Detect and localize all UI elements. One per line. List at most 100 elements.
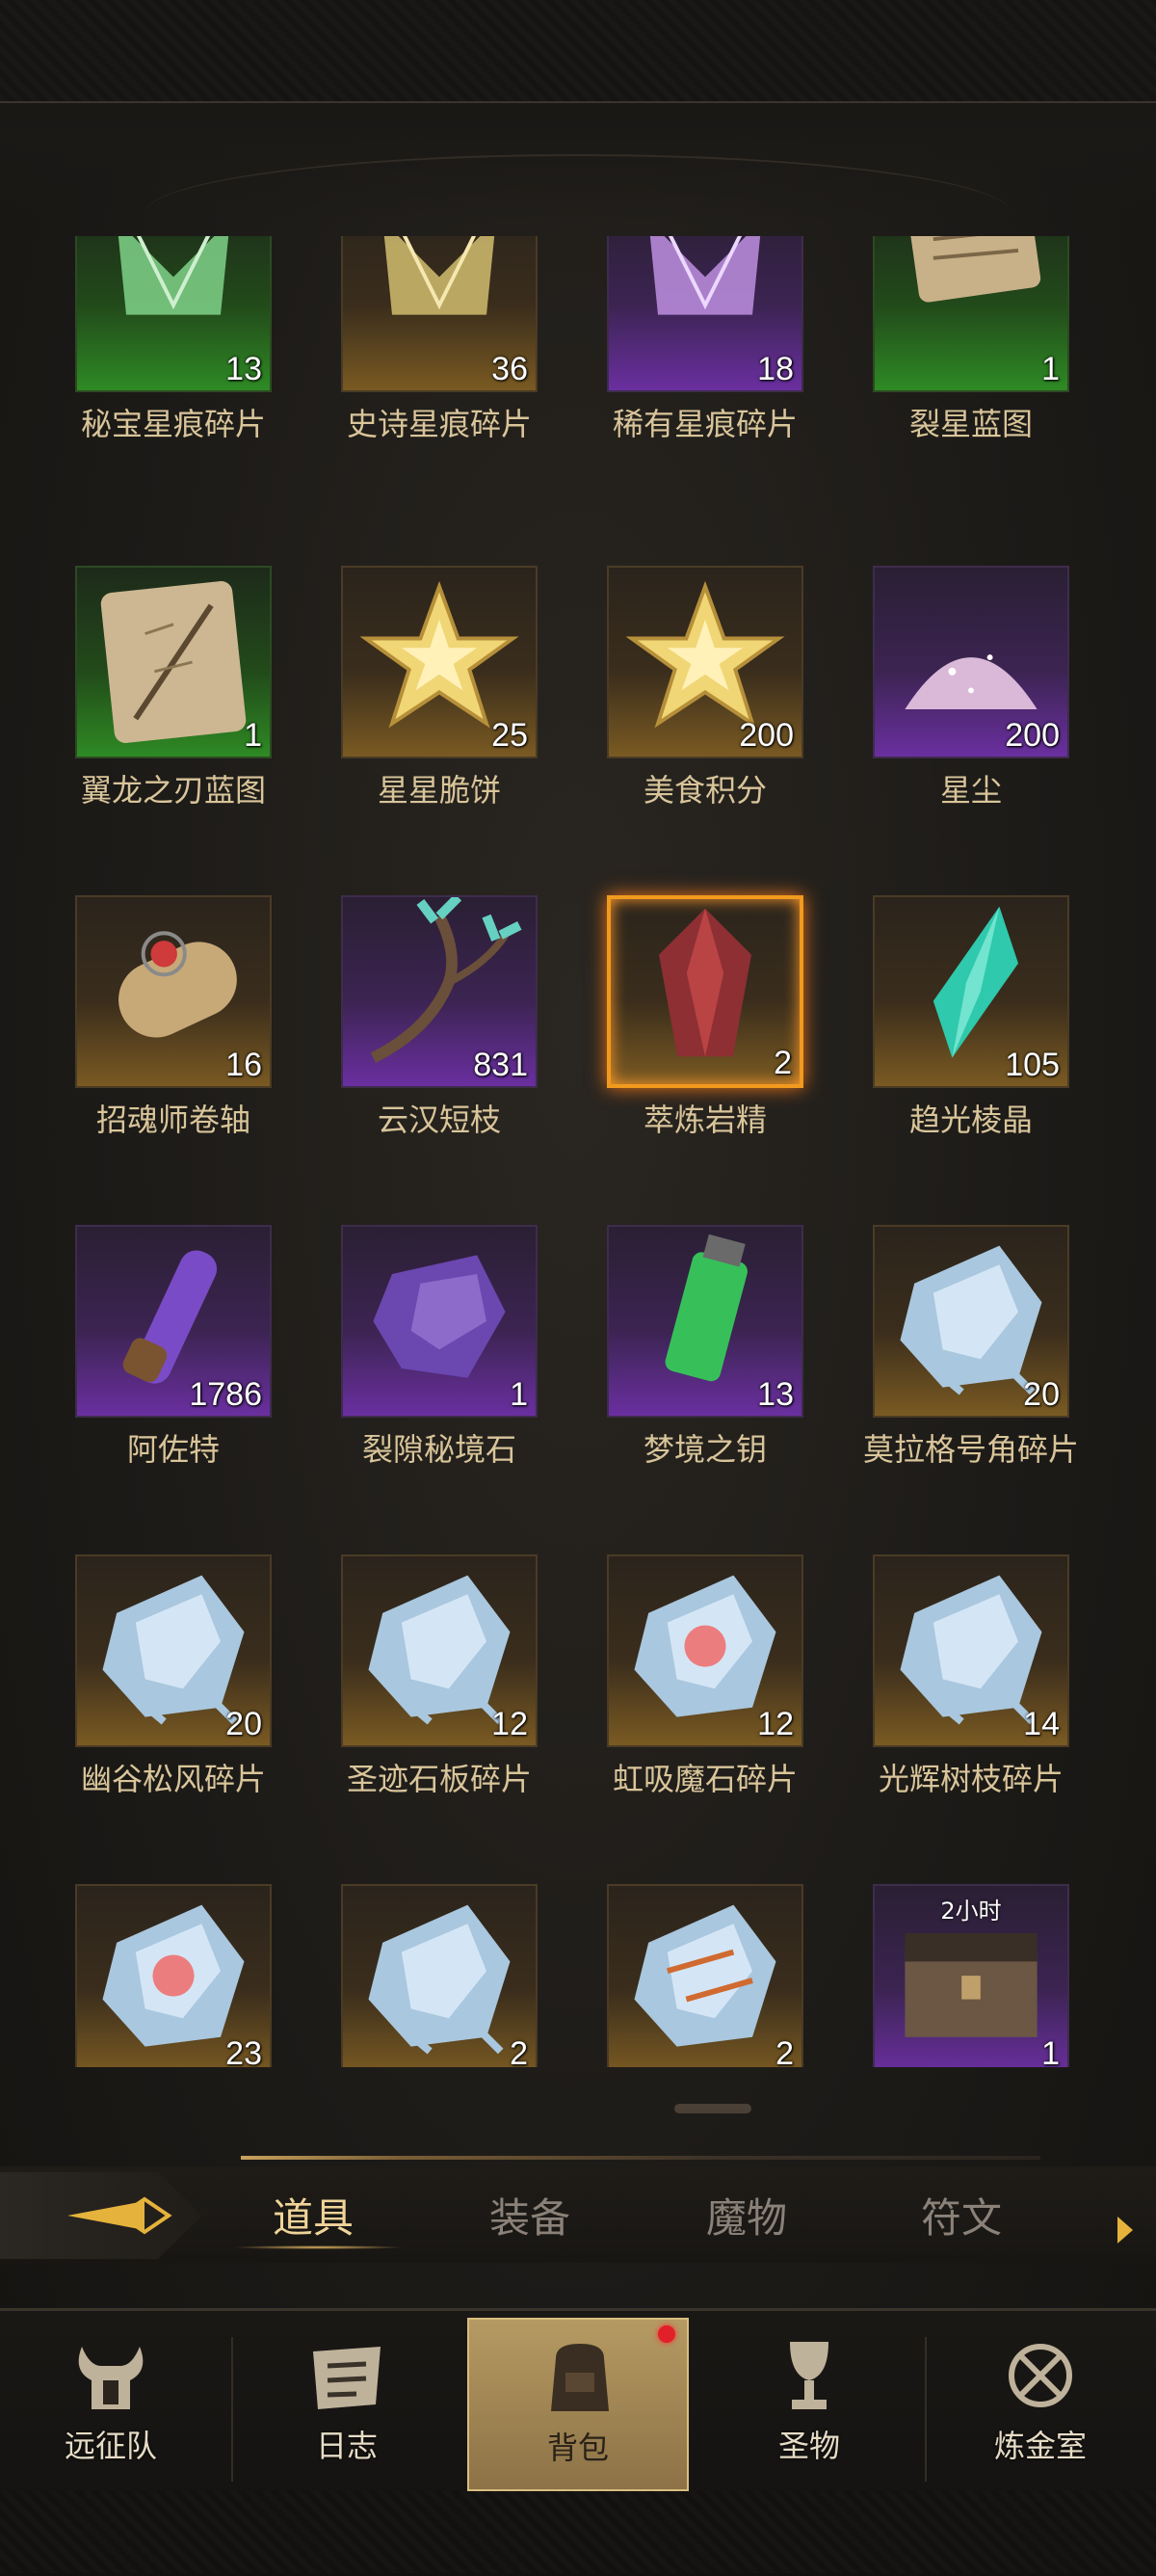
item-count: 12 bbox=[491, 1706, 528, 1742]
item-slot[interactable]: 200 bbox=[607, 566, 803, 758]
inventory-item[interactable]: 16 招魂师卷轴 bbox=[0, 895, 272, 1155]
inventory-item[interactable]: 12 虹吸魔石碎片 bbox=[532, 1554, 803, 1815]
inventory-item[interactable]: 13 梦境之钥 bbox=[532, 1225, 803, 1485]
item-count: 1 bbox=[1041, 351, 1060, 387]
item-slot[interactable]: 13 bbox=[75, 236, 272, 392]
item-slot[interactable]: 1 bbox=[75, 566, 272, 758]
nav-relics[interactable]: 圣物 bbox=[698, 2318, 920, 2491]
item-count: 16 bbox=[225, 1047, 262, 1083]
tab-monsters[interactable]: 魔物 bbox=[650, 2186, 843, 2244]
inventory-item[interactable]: 25 星星脆饼 bbox=[266, 566, 538, 826]
inventory-item[interactable]: 1 翼龙之刃蓝图 bbox=[0, 566, 272, 826]
item-slot[interactable]: 831 bbox=[341, 895, 538, 1088]
inventory-item[interactable]: 18 稀有星痕碎片 bbox=[532, 236, 803, 460]
item-count: 18 bbox=[757, 351, 794, 387]
item-count: 23 bbox=[225, 2035, 262, 2067]
tab-equipment[interactable]: 装备 bbox=[434, 2186, 626, 2244]
inventory-item[interactable]: 20 莫拉格号角碎片 bbox=[798, 1225, 1079, 1485]
item-slot[interactable]: 18 bbox=[607, 236, 803, 392]
backpack-icon bbox=[551, 2344, 609, 2411]
item-count: 200 bbox=[739, 717, 794, 754]
item-name: 裂隙秘境石 bbox=[361, 1431, 516, 1468]
tab-items[interactable]: 道具 bbox=[217, 2186, 409, 2244]
nav-journal[interactable]: 日志 bbox=[236, 2318, 458, 2491]
item-slot[interactable]: 2 bbox=[341, 1884, 538, 2067]
inventory-item[interactable]: 200 美食积分 bbox=[532, 566, 803, 826]
item-name: 裂星蓝图 bbox=[908, 406, 1033, 442]
item-name: 星尘 bbox=[939, 772, 1002, 809]
item-count: 2 bbox=[510, 2035, 528, 2067]
ice-fragment-icon bbox=[368, 1904, 511, 2055]
item-count: 1 bbox=[1041, 2035, 1060, 2067]
item-slot[interactable]: 105 bbox=[873, 895, 1069, 1088]
scroll-handle[interactable] bbox=[674, 2104, 751, 2113]
nav-divider bbox=[231, 2337, 233, 2482]
inventory-item[interactable]: 13 秘宝星痕碎片 bbox=[0, 236, 272, 460]
chevron-right-icon[interactable] bbox=[1117, 2217, 1133, 2244]
item-name: 圣迹石板碎片 bbox=[346, 1761, 532, 1797]
item-count: 1 bbox=[244, 717, 262, 754]
inventory-item[interactable]: 2余烬之缚碎片 bbox=[532, 1884, 803, 2067]
item-name: 史诗星痕碎片 bbox=[346, 406, 532, 442]
item-slot[interactable]: 16 bbox=[75, 895, 272, 1088]
item-slot[interactable]: 2 bbox=[607, 895, 803, 1088]
top-ornament-band bbox=[0, 0, 1156, 103]
blueprint-scroll-icon bbox=[909, 236, 1041, 303]
notification-dot bbox=[658, 2325, 675, 2343]
item-count: 1786 bbox=[189, 1376, 262, 1413]
inventory-item[interactable]: 14 光辉树枝碎片 bbox=[798, 1554, 1069, 1815]
inventory-item[interactable]: 831 云汉短枝 bbox=[266, 895, 538, 1155]
item-name: 秘宝星痕碎片 bbox=[80, 406, 266, 442]
item-slot[interactable]: 14 bbox=[873, 1554, 1069, 1747]
item-count: 831 bbox=[473, 1047, 528, 1083]
inventory-item[interactable]: 2小时1矿石箱 bbox=[798, 1884, 1069, 2067]
item-slot[interactable]: 1 bbox=[873, 236, 1069, 392]
nav-backpack[interactable]: 背包 bbox=[467, 2318, 689, 2491]
item-count: 105 bbox=[1005, 1047, 1060, 1083]
inventory-item[interactable]: 2沉睡的龙蛋碎片 bbox=[266, 1884, 538, 2067]
item-name: 美食积分 bbox=[643, 772, 767, 809]
item-name: 虹吸魔石碎片 bbox=[612, 1761, 798, 1797]
item-slot[interactable]: 200 bbox=[873, 566, 1069, 758]
inventory-item[interactable]: 1 裂隙秘境石 bbox=[266, 1225, 538, 1485]
inventory-grid-viewport[interactable]: 13 秘宝星痕碎片 36 史诗星痕碎片 18 稀有星痕碎片 1 裂星蓝图 1 翼龙之刃蓝图 25 星星… bbox=[0, 236, 1156, 2067]
item-slot[interactable]: 12 bbox=[341, 1554, 538, 1747]
item-slot[interactable]: 20 bbox=[873, 1225, 1069, 1418]
chalice-icon bbox=[790, 2342, 828, 2409]
tab-divider-line bbox=[241, 2156, 1040, 2160]
purple-stone-icon bbox=[373, 1255, 506, 1378]
item-slot[interactable]: 20 bbox=[75, 1554, 272, 1747]
item-name: 趋光棱晶 bbox=[908, 1102, 1033, 1138]
item-slot[interactable]: 13 bbox=[607, 1225, 803, 1418]
nav-divider bbox=[925, 2337, 927, 2482]
item-slot[interactable]: 2小时 1 bbox=[873, 1884, 1069, 2067]
inventory-item[interactable]: 12 圣迹石板碎片 bbox=[266, 1554, 538, 1815]
inventory-item[interactable]: 105 趋光棱晶 bbox=[798, 895, 1069, 1155]
item-slot[interactable]: 36 bbox=[341, 236, 538, 392]
item-count: 12 bbox=[757, 1706, 794, 1742]
inventory-item[interactable]: 1786 阿佐特 bbox=[0, 1225, 272, 1485]
item-slot[interactable]: 1 bbox=[341, 1225, 538, 1418]
item-count: 200 bbox=[1005, 717, 1060, 754]
tab-active-indicator bbox=[231, 2245, 405, 2249]
nav-alchemy[interactable]: 炼金室 bbox=[930, 2318, 1151, 2491]
inventory-item[interactable]: 200 星尘 bbox=[798, 566, 1069, 826]
tab-runes[interactable]: 符文 bbox=[865, 2186, 1058, 2244]
inventory-item[interactable]: 2 萃炼岩精 bbox=[532, 895, 803, 1155]
item-slot[interactable]: 2 bbox=[607, 1884, 803, 2067]
inventory-item[interactable]: 23黎明之轮碎片 bbox=[0, 1884, 272, 2067]
item-count: 2 bbox=[774, 1045, 792, 1081]
item-count: 13 bbox=[757, 1376, 794, 1413]
item-slot[interactable]: 23 bbox=[75, 1884, 272, 2067]
item-count: 20 bbox=[1023, 1376, 1060, 1413]
inventory-item[interactable]: 36 史诗星痕碎片 bbox=[266, 236, 538, 460]
item-name: 招魂师卷轴 bbox=[95, 1102, 250, 1138]
bottom-ornament-band bbox=[0, 2491, 1156, 2573]
inventory-item[interactable]: 20 幽谷松风碎片 bbox=[0, 1554, 272, 1815]
inventory-item[interactable]: 1 裂星蓝图 bbox=[798, 236, 1069, 460]
item-slot[interactable]: 1786 bbox=[75, 1225, 272, 1418]
item-slot[interactable]: 25 bbox=[341, 566, 538, 758]
item-count: 13 bbox=[225, 351, 262, 387]
nav-expedition[interactable]: 远征队 bbox=[0, 2318, 222, 2491]
item-slot[interactable]: 12 bbox=[607, 1554, 803, 1747]
